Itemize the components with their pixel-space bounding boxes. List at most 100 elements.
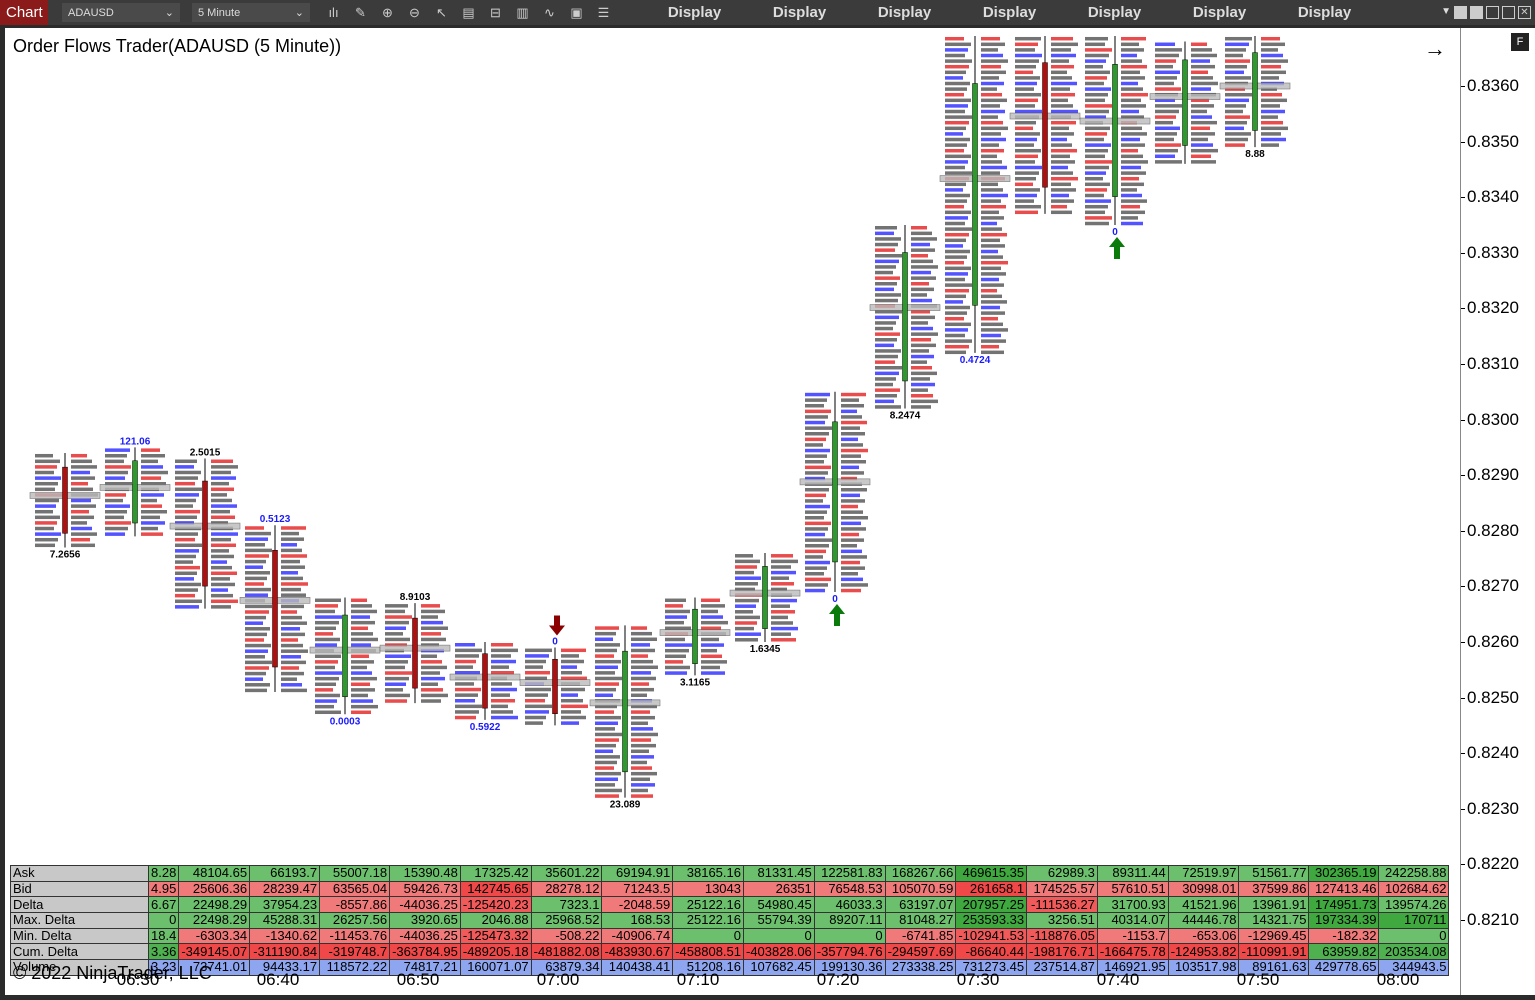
ask-volume-cell bbox=[211, 515, 235, 520]
display-button[interactable]: Display bbox=[642, 4, 747, 21]
table-row: Volume 3.23 73741.01 94433.17 118572.22 74817… bbox=[10, 959, 1450, 976]
bid-volume-cell bbox=[455, 665, 473, 669]
bid-volume-cell bbox=[245, 649, 268, 653]
ask-volume-cell bbox=[631, 676, 656, 681]
table-cell: 15390.48 bbox=[389, 865, 461, 882]
template-icon[interactable]: ⊟ bbox=[482, 5, 509, 21]
price-label: 0.8340 bbox=[1467, 187, 1519, 207]
table-cell: 55794.39 bbox=[743, 912, 815, 929]
bid-volume-cell bbox=[35, 521, 57, 525]
bid-volume-cell bbox=[35, 481, 58, 486]
tile-icon[interactable] bbox=[1454, 6, 1467, 19]
display-button[interactable]: Display bbox=[1167, 4, 1272, 21]
properties-icon[interactable]: ▣ bbox=[563, 5, 590, 21]
chart-panel[interactable]: 7.2656 121.06 2.5015 0.5123 0.0003 8.9103 0.59… bbox=[5, 28, 1460, 995]
ask-volume-cell bbox=[211, 599, 238, 604]
strategies-icon[interactable]: ▥ bbox=[509, 5, 536, 21]
ask-volume-cell bbox=[981, 344, 999, 349]
bar-summary-label: 0.0003 bbox=[330, 716, 361, 727]
close-icon[interactable]: ✕ bbox=[1518, 6, 1531, 19]
table-cell: 273338.25 bbox=[884, 959, 957, 976]
ask-volume-cell bbox=[141, 532, 163, 536]
ask-volume-cell bbox=[631, 777, 650, 782]
bid-volume-cell bbox=[945, 322, 971, 327]
bid-volume-cell bbox=[945, 154, 971, 159]
bid-volume-cell bbox=[735, 610, 753, 614]
arrow-right-icon[interactable]: → bbox=[1424, 36, 1446, 62]
bid-volume-cell bbox=[1085, 137, 1104, 142]
indicators-icon[interactable]: ∿ bbox=[536, 5, 563, 21]
list-icon[interactable]: ☰ bbox=[590, 5, 617, 21]
bid-volume-cell bbox=[455, 704, 482, 709]
bid-volume-cell bbox=[1015, 199, 1034, 203]
ask-volume-cell bbox=[1121, 137, 1140, 142]
bid-volume-cell bbox=[1155, 143, 1181, 147]
zoom-out-icon[interactable]: ⊖ bbox=[401, 5, 428, 21]
bid-volume-cell bbox=[35, 459, 60, 464]
table-cell: -11453.76 bbox=[319, 927, 391, 945]
bar-style-icon[interactable]: ılı bbox=[320, 5, 347, 21]
display-button[interactable]: Display bbox=[1062, 4, 1167, 21]
zoom-in-icon[interactable]: ⊕ bbox=[374, 5, 401, 21]
ask-volume-cell bbox=[631, 760, 647, 765]
table-cell: 89207.11 bbox=[813, 912, 886, 929]
display-button[interactable]: Display bbox=[747, 4, 852, 21]
bid-volume-cell bbox=[875, 349, 901, 353]
bid-volume-cell bbox=[1155, 148, 1178, 153]
display-button[interactable]: Display bbox=[852, 4, 957, 21]
ask-volume-cell bbox=[841, 432, 865, 436]
table-row: Cum. Delta 3.36 -349145.07 -311190.84 -31974… bbox=[10, 943, 1450, 961]
bid-volume-cell bbox=[1085, 148, 1108, 153]
bid-volume-cell bbox=[245, 543, 265, 547]
bid-volume-cell bbox=[175, 504, 193, 508]
bid-volume-cell bbox=[805, 566, 827, 570]
flag-button[interactable]: F bbox=[1511, 33, 1529, 51]
table-cell: 160071.07 bbox=[459, 959, 532, 976]
interval-select[interactable]: 5 Minute ⌄ bbox=[192, 3, 310, 22]
tile2-icon[interactable] bbox=[1470, 6, 1483, 19]
display-button[interactable]: Display bbox=[1272, 4, 1377, 21]
chart-tab[interactable]: Chart bbox=[0, 0, 48, 25]
minimize-icon[interactable] bbox=[1486, 6, 1499, 19]
bid-volume-cell bbox=[805, 443, 823, 447]
bid-volume-cell bbox=[245, 582, 264, 586]
bid-volume-cell bbox=[1015, 171, 1039, 175]
bid-volume-cell bbox=[875, 399, 894, 404]
table-cell: 81331.45 bbox=[743, 865, 815, 882]
bid-volume-cell bbox=[1085, 204, 1108, 209]
candle-body bbox=[902, 252, 908, 382]
bid-volume-cell bbox=[805, 544, 829, 548]
bid-volume-cell bbox=[385, 632, 403, 636]
ask-volume-cell bbox=[911, 287, 934, 292]
ask-volume-cell bbox=[1191, 64, 1215, 69]
bid-volume-cell bbox=[385, 688, 403, 692]
table-cell: 170711 bbox=[1378, 912, 1450, 929]
pencil-icon[interactable]: ✎ bbox=[347, 5, 374, 21]
bar-statistics-table: Ask 8.28 48104.65 66193.7 55007.18 15390.48 17… bbox=[10, 865, 1450, 976]
bid-volume-cell bbox=[385, 654, 411, 658]
pointer-icon[interactable]: ↖ bbox=[428, 5, 455, 21]
bid-volume-cell bbox=[595, 766, 614, 770]
display-button[interactable]: Display bbox=[957, 4, 1062, 21]
bid-volume-cell bbox=[385, 620, 409, 625]
dropdown-icon[interactable]: ▼ bbox=[1441, 6, 1451, 19]
bid-volume-cell bbox=[175, 565, 200, 570]
bid-volume-cell bbox=[945, 36, 964, 41]
maximize-icon[interactable] bbox=[1502, 6, 1515, 19]
table-cell: 57610.51 bbox=[1096, 880, 1169, 898]
bid-volume-cell bbox=[805, 532, 825, 537]
price-axis[interactable]: F 0.8360 0.8350 0.8340 0.8330 0.8320 0.8310 0.… bbox=[1460, 28, 1535, 995]
bid-volume-cell bbox=[595, 676, 622, 681]
bid-volume-cell bbox=[805, 488, 829, 492]
ask-volume-cell bbox=[631, 771, 657, 776]
tool-icons: ılı ✎ ⊕ ⊖ ↖ ▤ ⊟ ▥ ∿ ▣ ☰ bbox=[320, 5, 620, 21]
price-tick bbox=[1461, 753, 1465, 755]
table-cell: -294597.69 bbox=[884, 943, 957, 961]
ask-volume-cell bbox=[1191, 48, 1212, 52]
bid-volume-cell bbox=[455, 693, 478, 697]
data-box-icon[interactable]: ▤ bbox=[455, 5, 482, 21]
ask-volume-cell bbox=[561, 670, 582, 675]
instrument-select[interactable]: ADAUSD ⌄ bbox=[62, 3, 180, 22]
ask-volume-cell bbox=[771, 626, 798, 631]
price-label: 0.8290 bbox=[1467, 465, 1519, 485]
